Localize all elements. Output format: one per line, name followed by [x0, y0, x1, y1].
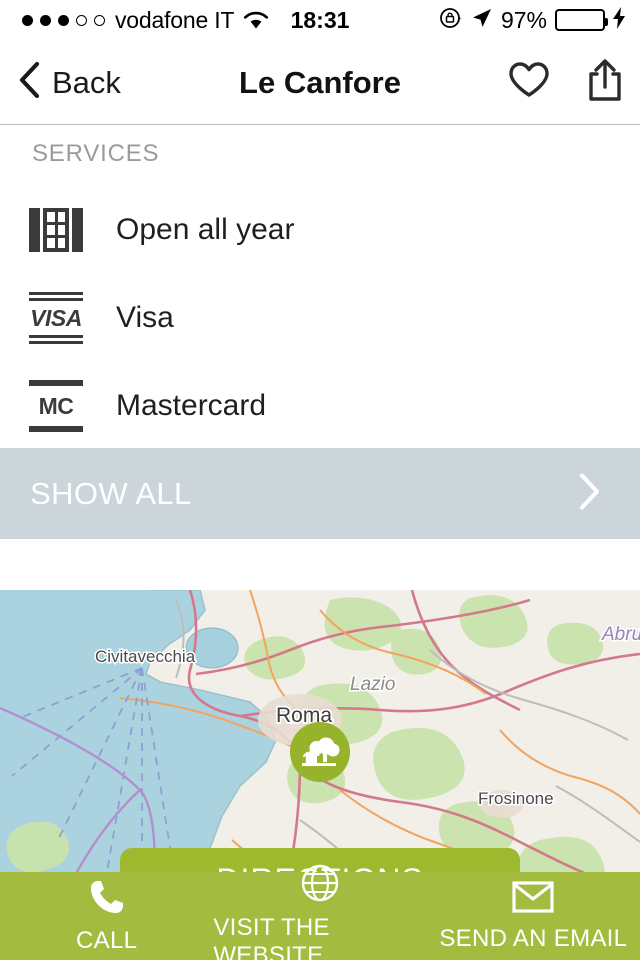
calendar-open-all-year-icon: [28, 202, 84, 258]
bottom-toolbar: CALL VISIT THE WEBSITE SEND AN EMAIL: [0, 864, 640, 960]
map-label-frosinone: Frosinone: [478, 789, 554, 808]
map-label-abruzzo: Abruz: [601, 624, 640, 645]
share-icon[interactable]: [586, 58, 624, 107]
map-label-civitavecchia: Civitavecchia: [95, 647, 196, 666]
visit-website-button[interactable]: VISIT THE WEBSITE: [213, 864, 426, 960]
list-item-label: Visa: [116, 301, 174, 334]
location-arrow-icon: [471, 7, 493, 34]
navigation-actions: [508, 40, 624, 125]
list-item[interactable]: VISA Visa: [0, 274, 640, 362]
mastercard-icon: MC: [28, 378, 84, 434]
show-all-button[interactable]: SHOW ALL: [0, 448, 640, 539]
map-label-lazio: Lazio: [350, 674, 395, 695]
services-section-title: SERVICES: [32, 140, 160, 167]
lightning-bolt-icon: [613, 6, 626, 34]
send-email-button-label: SEND AN EMAIL: [439, 924, 628, 952]
list-item[interactable]: MC Mastercard: [0, 362, 640, 450]
services-list: Open all year VISA Visa MC Mastercard: [0, 186, 640, 450]
camping-house-tree-marker-icon[interactable]: [290, 722, 350, 782]
call-button[interactable]: CALL: [0, 872, 213, 960]
call-button-label: CALL: [76, 926, 138, 954]
heart-icon[interactable]: [508, 61, 550, 104]
battery-icon: [555, 9, 608, 31]
list-item-label: Mastercard: [116, 389, 267, 422]
envelope-icon: [512, 880, 554, 919]
list-item[interactable]: Open all year: [0, 186, 640, 274]
mastercard-icon-text: MC: [38, 392, 74, 419]
visa-card-icon: VISA: [28, 290, 84, 346]
visa-icon-text: VISA: [30, 304, 82, 331]
chevron-right-icon: [578, 472, 600, 515]
rotation-lock-icon: [439, 6, 463, 35]
visit-website-button-label: VISIT THE WEBSITE: [213, 913, 330, 960]
navigation-bar: Back Le Canfore: [0, 40, 640, 125]
app-screen: vodafone IT 18:31 97% Back Le Canfore SE…: [0, 0, 640, 960]
show-all-label: SHOW ALL: [30, 475, 192, 511]
status-bar-right: 97%: [439, 0, 626, 40]
status-bar: vodafone IT 18:31 97%: [0, 0, 640, 40]
globe-icon: [300, 863, 340, 908]
phone-icon: [88, 878, 126, 921]
send-email-button[interactable]: SEND AN EMAIL: [427, 872, 640, 960]
list-item-label: Open all year: [116, 213, 295, 246]
battery-percent-label: 97%: [500, 6, 547, 33]
